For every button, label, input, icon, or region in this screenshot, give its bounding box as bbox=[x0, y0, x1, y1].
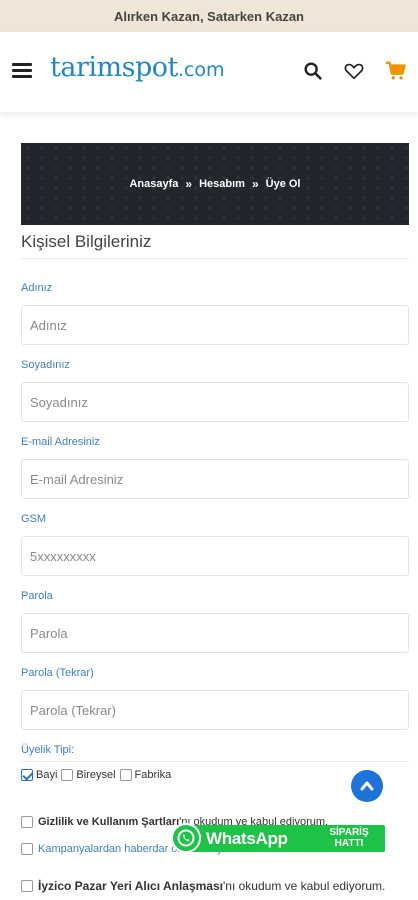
scroll-to-top-button[interactable] bbox=[351, 770, 383, 802]
whatsapp-subtitle-line2: HATTI bbox=[334, 838, 364, 849]
whatsapp-order-button[interactable]: WhatsApp SİPARİŞ HATTI bbox=[171, 821, 385, 854]
gsm-label: GSM bbox=[21, 513, 47, 525]
password-repeat-input[interactable] bbox=[21, 690, 409, 730]
bayi-label: Bayi bbox=[36, 769, 58, 781]
last-name-label: Soyadınız bbox=[21, 359, 70, 371]
iyzico-agreement-link[interactable]: İyzico Pazar Yeri Alıcı Anlaşması bbox=[38, 879, 223, 893]
bayi-checkbox[interactable] bbox=[21, 769, 33, 781]
password-label: Parola bbox=[21, 590, 53, 602]
breadcrumb-current: Üye Ol bbox=[265, 178, 301, 190]
title-divider bbox=[21, 258, 409, 259]
page-title: Kişisel Bilgileriniz bbox=[21, 232, 152, 251]
chevron-up-icon bbox=[360, 781, 374, 791]
whatsapp-subtitle: SİPARİŞ HATTI bbox=[317, 827, 381, 849]
membership-type-options: Bayi Bireysel Fabrika bbox=[21, 769, 175, 781]
breadcrumb: Anasayfa » Hesabım » Üye Ol bbox=[129, 177, 300, 191]
logo-suffix-text: .com bbox=[177, 59, 225, 81]
fabrika-checkbox[interactable] bbox=[119, 769, 132, 781]
privacy-terms-link[interactable]: Gizlilik ve Kullanım Şartları bbox=[38, 816, 179, 828]
whatsapp-subtitle-line1: SİPARİŞ bbox=[329, 827, 369, 838]
breadcrumb-banner: Anasayfa » Hesabım » Üye Ol bbox=[21, 143, 409, 225]
membership-type-label: Üyelik Tipi: bbox=[21, 744, 75, 756]
email-input[interactable] bbox=[21, 459, 409, 499]
membership-divider bbox=[21, 761, 409, 762]
campaign-checkbox[interactable] bbox=[21, 843, 33, 855]
membership-option-bayi[interactable]: Bayi bbox=[21, 769, 57, 781]
password-repeat-label: Parola (Tekrar) bbox=[21, 667, 94, 679]
slogan-text: Alırken Kazan, Satarken Kazan bbox=[113, 8, 305, 24]
site-header: tarimspot .com bbox=[0, 32, 418, 112]
first-name-label: Adınız bbox=[21, 282, 53, 294]
search-icon[interactable] bbox=[302, 60, 324, 82]
menu-icon[interactable] bbox=[12, 63, 32, 79]
breadcrumb-home-link[interactable]: Anasayfa bbox=[129, 178, 178, 190]
last-name-input[interactable] bbox=[21, 382, 409, 422]
logo-main-text: tarimspot bbox=[50, 52, 178, 83]
iyzico-agreement-row[interactable]: İyzico Pazar Yeri Alıcı Anlaşması 'nı ok… bbox=[21, 879, 385, 893]
breadcrumb-separator: » bbox=[251, 177, 259, 191]
privacy-checkbox[interactable] bbox=[21, 816, 33, 828]
heart-icon[interactable] bbox=[343, 60, 365, 82]
iyzico-checkbox[interactable] bbox=[21, 880, 33, 892]
site-logo[interactable]: tarimspot .com bbox=[50, 52, 224, 92]
password-input[interactable] bbox=[21, 613, 409, 653]
bireysel-label: Bireysel bbox=[76, 769, 116, 781]
membership-option-bireysel[interactable]: Bireysel bbox=[61, 769, 116, 781]
first-name-input[interactable] bbox=[21, 305, 409, 345]
whatsapp-title: WhatsApp bbox=[206, 829, 288, 848]
whatsapp-icon bbox=[171, 823, 201, 853]
breadcrumb-account-link[interactable]: Hesabım bbox=[199, 178, 245, 190]
fabrika-label: Fabrika bbox=[134, 769, 172, 781]
cart-icon[interactable] bbox=[385, 60, 407, 82]
email-label: E-mail Adresiniz bbox=[21, 436, 100, 448]
gsm-input[interactable] bbox=[21, 536, 409, 576]
iyzico-agreement-text: 'nı okudum ve kabul ediyorum. bbox=[223, 879, 386, 893]
breadcrumb-separator: » bbox=[185, 177, 193, 191]
membership-option-fabrika[interactable]: Fabrika bbox=[119, 769, 172, 781]
top-announcement-bar: Alırken Kazan, Satarken Kazan bbox=[0, 0, 418, 32]
bireysel-checkbox[interactable] bbox=[61, 769, 74, 781]
